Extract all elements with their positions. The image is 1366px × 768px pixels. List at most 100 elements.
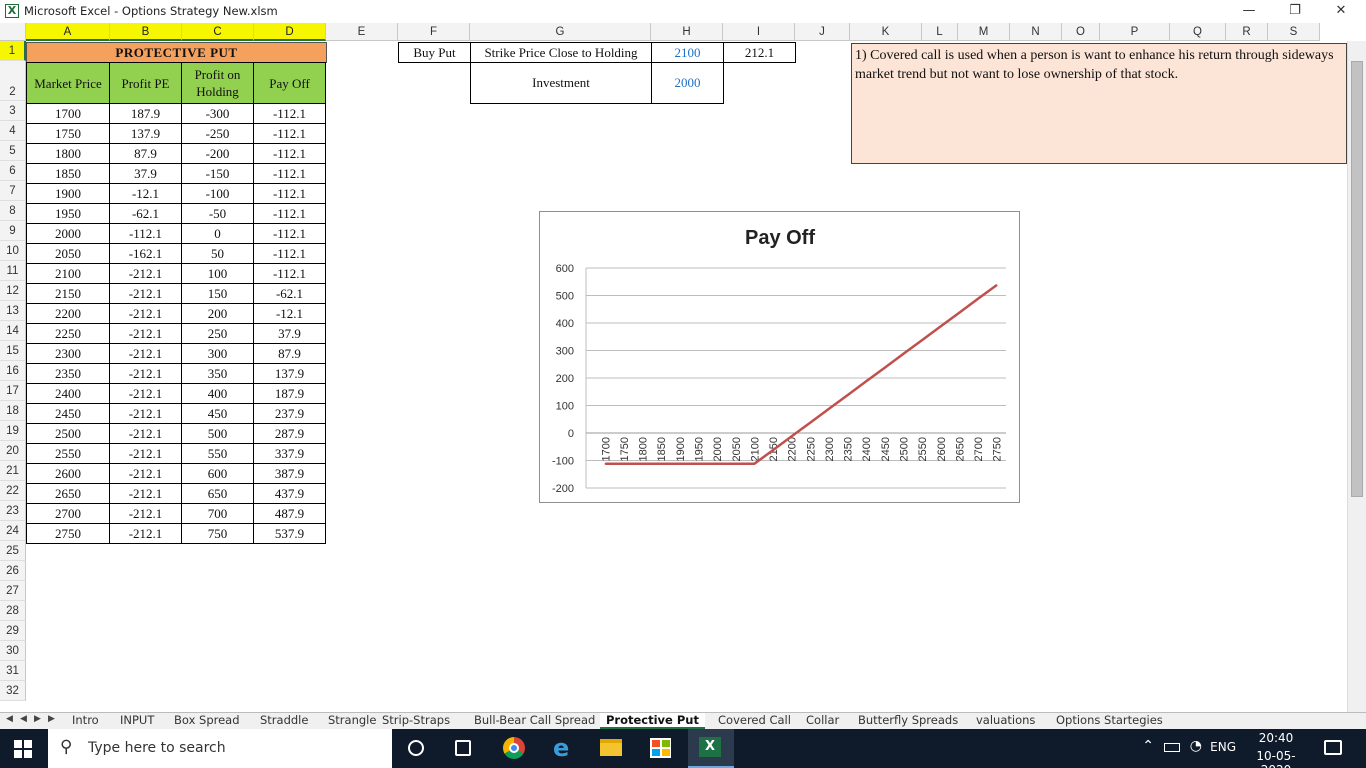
row-header-15[interactable]: 15: [0, 341, 26, 361]
table-cell[interactable]: -212.1: [109, 383, 182, 404]
table-cell[interactable]: 2350: [26, 363, 110, 384]
table-cell[interactable]: 2550: [26, 443, 110, 464]
edge-icon[interactable]: e: [553, 734, 569, 762]
table-cell[interactable]: -212.1: [109, 343, 182, 364]
table-cell[interactable]: 37.9: [109, 163, 182, 184]
table-header-cell[interactable]: Pay Off: [253, 62, 326, 104]
table-cell[interactable]: 2050: [26, 243, 110, 264]
sheet-tab-bull-bear-call-spread[interactable]: Bull-Bear Call Spread: [468, 713, 601, 729]
table-cell[interactable]: 387.9: [253, 463, 326, 484]
table-cell[interactable]: 2650: [26, 483, 110, 504]
row-header-16[interactable]: 16: [0, 361, 26, 381]
column-header-q[interactable]: Q: [1170, 23, 1226, 41]
row-header-26[interactable]: 26: [0, 561, 26, 581]
row-header-6[interactable]: 6: [0, 161, 26, 181]
table-cell[interactable]: -112.1: [253, 103, 326, 124]
table-cell[interactable]: -200: [181, 143, 254, 164]
table-cell[interactable]: -112.1: [109, 223, 182, 244]
cortana-icon[interactable]: [408, 740, 424, 756]
row-header-19[interactable]: 19: [0, 421, 26, 441]
table-cell[interactable]: -100: [181, 183, 254, 204]
prev-sheet-icon[interactable]: ◀: [20, 714, 27, 724]
table-cell[interactable]: -112.1: [253, 263, 326, 284]
table-cell[interactable]: 2200: [26, 303, 110, 324]
wifi-icon[interactable]: ◔: [1190, 738, 1202, 754]
investment-label[interactable]: Investment: [470, 62, 652, 104]
select-all-corner[interactable]: [0, 23, 26, 41]
table-cell[interactable]: -212.1: [109, 423, 182, 444]
column-header-d[interactable]: D: [254, 23, 326, 41]
restore-button[interactable]: ❐: [1272, 0, 1318, 23]
sheet-tab-protective-put[interactable]: Protective Put: [600, 713, 705, 729]
sheet-tab-input[interactable]: INPUT: [114, 713, 160, 729]
row-header-22[interactable]: 22: [0, 481, 26, 501]
column-header-h[interactable]: H: [651, 23, 723, 41]
table-cell[interactable]: -12.1: [109, 183, 182, 204]
table-cell[interactable]: -212.1: [109, 403, 182, 424]
row-header-18[interactable]: 18: [0, 401, 26, 421]
table-cell[interactable]: 87.9: [253, 343, 326, 364]
store-icon[interactable]: [650, 738, 671, 758]
table-cell[interactable]: 187.9: [253, 383, 326, 404]
row-header-2[interactable]: 2: [0, 61, 26, 101]
payoff-chart[interactable]: Pay Off 600 500 400 300 200 100 0 -100 -200 1700 17…: [539, 211, 1020, 503]
table-cell[interactable]: -212.1: [109, 263, 182, 284]
table-cell[interactable]: -112.1: [253, 203, 326, 224]
column-header-a[interactable]: A: [26, 23, 110, 41]
file-explorer-icon[interactable]: [600, 739, 622, 756]
table-cell[interactable]: 750: [181, 523, 254, 544]
column-header-e[interactable]: E: [326, 23, 398, 41]
vertical-scrollbar[interactable]: [1347, 41, 1366, 712]
column-header-l[interactable]: L: [922, 23, 958, 41]
table-cell[interactable]: 200: [181, 303, 254, 324]
column-header-f[interactable]: F: [398, 23, 470, 41]
row-header-14[interactable]: 14: [0, 321, 26, 341]
table-cell[interactable]: -50: [181, 203, 254, 224]
vertical-scroll-thumb[interactable]: [1351, 61, 1363, 497]
column-header-s[interactable]: S: [1268, 23, 1320, 41]
sheet-tab-options-startegies[interactable]: Options Startegies: [1050, 713, 1169, 729]
table-cell[interactable]: 250: [181, 323, 254, 344]
row-header-17[interactable]: 17: [0, 381, 26, 401]
table-cell[interactable]: -112.1: [253, 123, 326, 144]
row-header-23[interactable]: 23: [0, 501, 26, 521]
table-cell[interactable]: 0: [181, 223, 254, 244]
row-header-10[interactable]: 10: [0, 241, 26, 261]
table-cell[interactable]: 100: [181, 263, 254, 284]
last-sheet-icon[interactable]: ▶: [48, 714, 55, 724]
clock-time[interactable]: 20:40: [1246, 731, 1306, 745]
row-header-5[interactable]: 5: [0, 141, 26, 161]
table-cell[interactable]: 537.9: [253, 523, 326, 544]
sheet-tab-covered-call[interactable]: Covered Call: [712, 713, 797, 729]
table-cell[interactable]: 450: [181, 403, 254, 424]
table-cell[interactable]: 2500: [26, 423, 110, 444]
investment-value[interactable]: 2000: [651, 62, 724, 104]
table-cell[interactable]: 1850: [26, 163, 110, 184]
table-cell[interactable]: 37.9: [253, 323, 326, 344]
table-cell[interactable]: 500: [181, 423, 254, 444]
table-cell[interactable]: 2750: [26, 523, 110, 544]
row-header-31[interactable]: 31: [0, 661, 26, 681]
task-view-icon[interactable]: [455, 740, 471, 756]
row-header-27[interactable]: 27: [0, 581, 26, 601]
column-header-b[interactable]: B: [110, 23, 182, 41]
table-header-cell[interactable]: Profit on Holding: [181, 62, 254, 104]
column-header-g[interactable]: G: [470, 23, 651, 41]
table-cell[interactable]: 1700: [26, 103, 110, 124]
table-cell[interactable]: 237.9: [253, 403, 326, 424]
table-cell[interactable]: 137.9: [253, 363, 326, 384]
table-cell[interactable]: -212.1: [109, 463, 182, 484]
row-header-8[interactable]: 8: [0, 201, 26, 221]
column-header-j[interactable]: J: [795, 23, 850, 41]
clock-date[interactable]: 10-05-2020: [1242, 749, 1310, 768]
table-cell[interactable]: 550: [181, 443, 254, 464]
column-header-o[interactable]: O: [1062, 23, 1100, 41]
column-header-m[interactable]: M: [958, 23, 1010, 41]
strike-price-value[interactable]: 2100: [651, 42, 724, 63]
column-header-r[interactable]: R: [1226, 23, 1268, 41]
close-button[interactable]: ✕: [1318, 0, 1364, 23]
row-header-4[interactable]: 4: [0, 121, 26, 141]
table-cell[interactable]: -112.1: [253, 143, 326, 164]
table-cell[interactable]: -212.1: [109, 443, 182, 464]
chevron-up-icon[interactable]: ⌃: [1142, 738, 1154, 754]
